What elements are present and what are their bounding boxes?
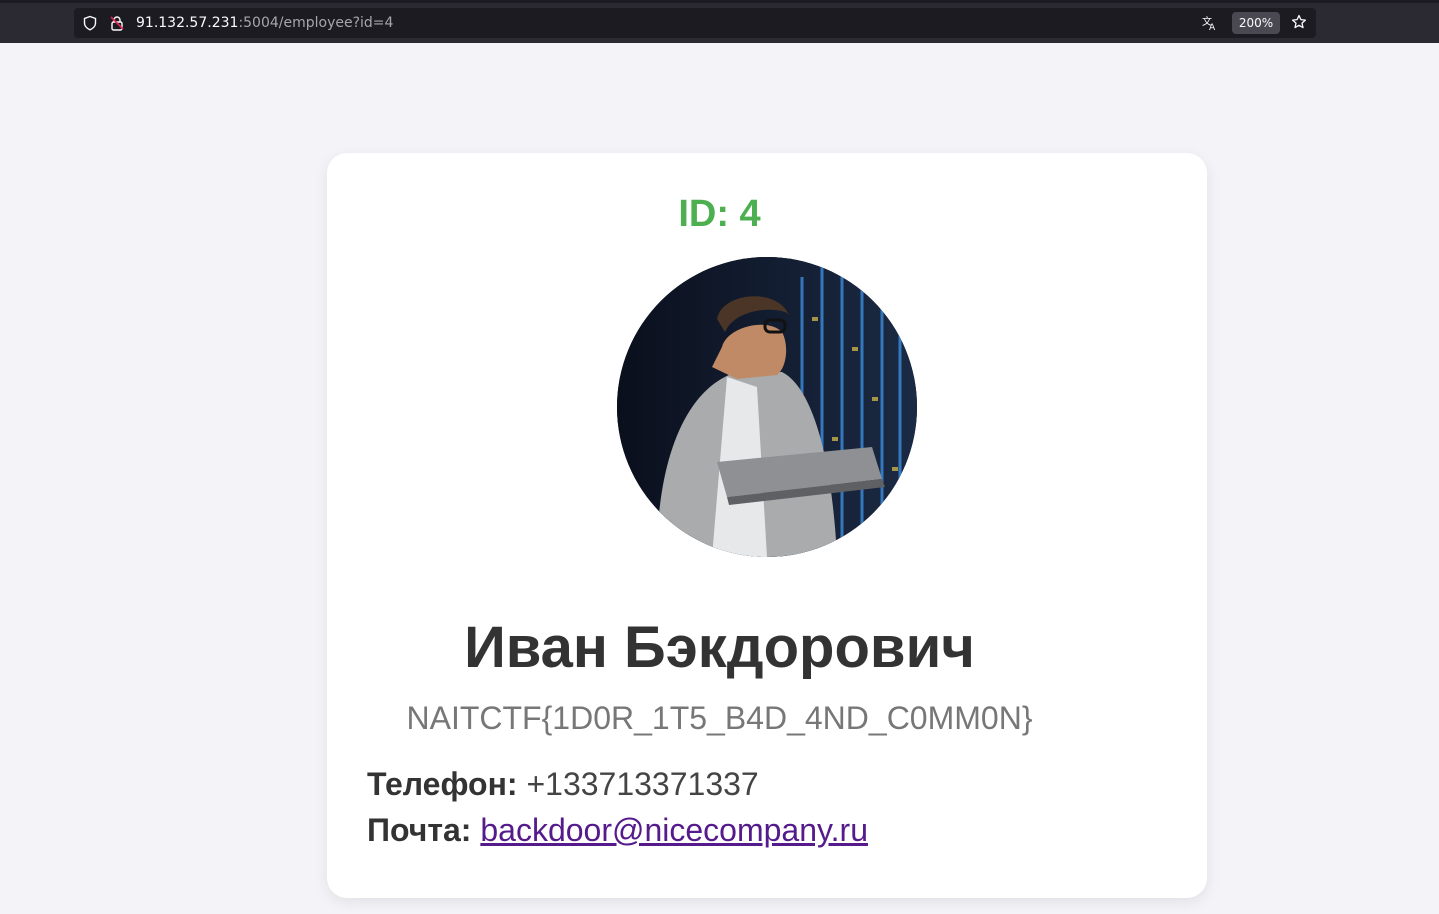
url-path: :5004/employee?id=4	[238, 15, 394, 31]
employee-id: ID: 4	[678, 193, 761, 235]
shield-icon[interactable]	[82, 15, 98, 31]
translate-icon[interactable]: 文A	[1202, 15, 1218, 31]
phone-value: +133713371337	[526, 766, 759, 802]
svg-text:A: A	[1209, 23, 1216, 31]
lock-insecure-icon[interactable]	[109, 15, 125, 31]
address-bar[interactable]: 91.132.57.231:5004/employee?id=4 文A 200%	[74, 8, 1316, 38]
email-row: Почта: backdoor@nicecompany.ru	[367, 812, 868, 848]
email-label: Почта:	[367, 812, 472, 848]
phone-label: Телефон:	[367, 766, 518, 802]
employee-name: Иван Бэкдорович	[464, 615, 975, 680]
employee-subtitle-flag: NAITCTF{1D0R_1T5_B4D_4ND_C0MM0N}	[406, 700, 1033, 736]
zoom-level-badge[interactable]: 200%	[1232, 12, 1280, 34]
browser-toolbar: 91.132.57.231:5004/employee?id=4 文A 200%	[0, 0, 1439, 43]
phone-row: Телефон: +133713371337	[367, 766, 759, 802]
employee-photo	[617, 257, 917, 557]
email-link[interactable]: backdoor@nicecompany.ru	[480, 812, 868, 848]
url-text[interactable]: 91.132.57.231:5004/employee?id=4	[136, 15, 393, 31]
url-host: 91.132.57.231	[136, 15, 239, 31]
bookmark-star-icon[interactable]	[1291, 14, 1307, 30]
